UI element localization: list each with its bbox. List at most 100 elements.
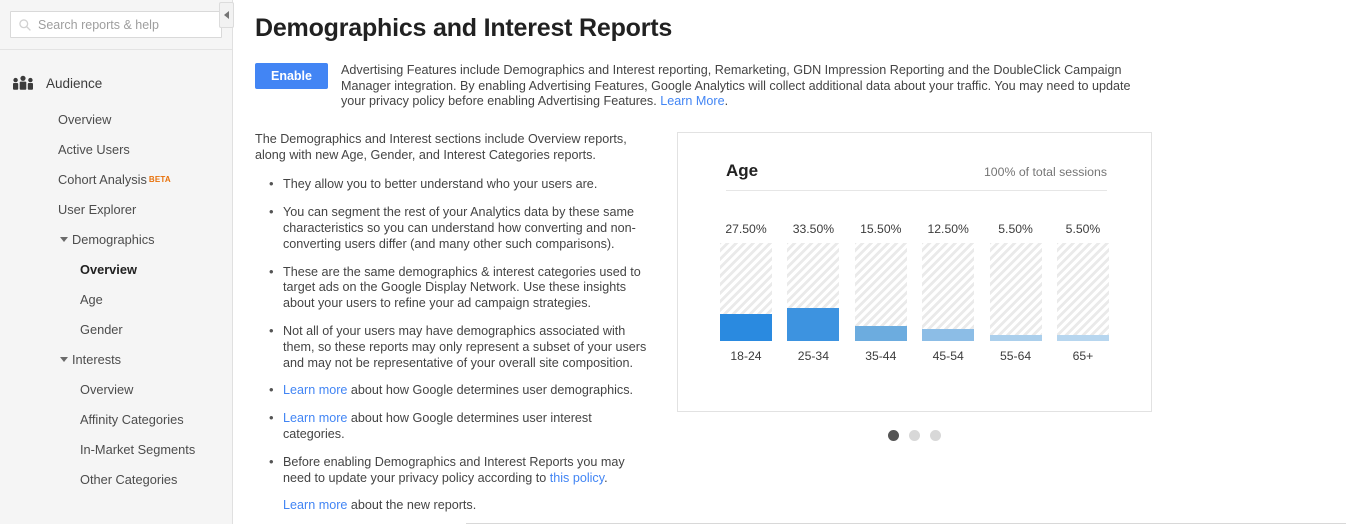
- search-box[interactable]: [10, 11, 222, 38]
- bar-group[interactable]: 5.50% 65+: [1056, 221, 1109, 363]
- sidebar: Audience Overview Active Users Cohort An…: [0, 0, 234, 524]
- sidebar-item-active-users[interactable]: Active Users: [0, 134, 232, 164]
- search-input[interactable]: [38, 17, 214, 32]
- bar-value-label: 15.50%: [860, 221, 902, 236]
- sidebar-item-other-categories[interactable]: Other Categories: [0, 464, 232, 494]
- bar-fill: [1056, 335, 1109, 341]
- beta-badge: BETA: [148, 174, 171, 184]
- bar-category-label: 55-64: [999, 348, 1032, 363]
- bar-group[interactable]: 5.50% 55-64: [989, 221, 1042, 363]
- chart-column: Age 100% of total sessions 27.50% 18-24: [677, 131, 1152, 524]
- sidebar-item-in-market-segments[interactable]: In-Market Segments: [0, 434, 232, 464]
- sidebar-item-affinity-categories[interactable]: Affinity Categories: [0, 404, 232, 434]
- bar-fill: [787, 307, 840, 341]
- banner-tail: .: [724, 94, 729, 109]
- sidebar-group-interests[interactable]: Interests: [0, 344, 232, 374]
- bar-category-label: 25-34: [797, 348, 829, 363]
- list-item: You can segment the rest of your Analyti…: [255, 204, 655, 252]
- bar-category-label: 65+: [1072, 348, 1094, 363]
- pagination-dot-2[interactable]: [909, 429, 920, 441]
- pagination-dot-3[interactable]: [930, 429, 941, 441]
- audience-people-icon: [13, 75, 33, 90]
- bar-group[interactable]: 15.50% 35-44: [854, 221, 907, 363]
- bar-track: [922, 242, 975, 341]
- bar-track: [854, 242, 907, 341]
- bar-value-label: 27.50%: [725, 221, 767, 236]
- sidebar-item-label: In-Market Segments: [80, 441, 196, 457]
- intro-paragraph: The Demographics and Interest sections i…: [255, 131, 627, 162]
- bar-group[interactable]: 27.50% 18-24: [720, 222, 772, 363]
- sidebar-section-audience[interactable]: Audience: [0, 68, 232, 98]
- analytics-app: Audience Overview Active Users Cohort An…: [0, 0, 1346, 524]
- sidebar-item-label: Cohort Analysis: [58, 171, 147, 187]
- content-columns: The Demographics and Interest sections i…: [255, 131, 1346, 524]
- bullet-text: about how Google determines user demogra…: [347, 383, 634, 398]
- learn-more-interests-link[interactable]: Learn more: [283, 411, 347, 425]
- sidebar-nav-list: Overview Active Users Cohort Analysis BET…: [0, 104, 232, 494]
- sidebar-item-label: Interests: [72, 351, 122, 367]
- chart-subtitle: 100% of total sessions: [983, 164, 1107, 179]
- carousel-pagination: [677, 429, 1152, 441]
- bar-track: [989, 242, 1042, 341]
- sidebar-group-demographics[interactable]: Demographics: [0, 224, 232, 254]
- learn-more-new-reports-link[interactable]: Learn more: [283, 498, 347, 512]
- bullet-text: These are the same demographics & intere…: [283, 264, 641, 311]
- bar-category-label: 18-24: [730, 348, 762, 363]
- chevron-down-icon: [60, 356, 68, 362]
- bar-group[interactable]: 12.50% 45-54: [922, 221, 975, 363]
- sidebar-item-interests-overview[interactable]: Overview: [0, 374, 232, 404]
- sidebar-section-label: Audience: [46, 75, 103, 91]
- learn-more-demographics-link[interactable]: Learn more: [283, 383, 347, 397]
- sidebar-item-label: Other Categories: [80, 471, 178, 487]
- sidebar-item-label: Overview: [58, 111, 112, 127]
- pagination-dot-1[interactable]: [888, 429, 899, 441]
- sidebar-divider: [0, 49, 232, 50]
- bullet-text: You can segment the rest of your Analyti…: [283, 205, 636, 251]
- main-content: Demographics and Interest Reports Enable…: [233, 0, 1346, 524]
- bar-category-label: 45-54: [932, 348, 964, 363]
- bar-track: [720, 242, 772, 341]
- bar-fill: [989, 335, 1042, 341]
- feature-bullet-list: They allow you to better understand who …: [255, 176, 655, 514]
- bullet-text: They allow you to better understand who …: [283, 177, 598, 192]
- banner-body: Advertising Features include Demographic…: [341, 63, 1131, 109]
- sidebar-item-label: User Explorer: [58, 201, 137, 217]
- bar-fill: [854, 325, 907, 341]
- sidebar-item-label: Overview: [80, 381, 134, 397]
- sidebar-item-cohort-analysis[interactable]: Cohort Analysis BETA: [0, 164, 232, 194]
- age-bar-chart: 27.50% 18-24 33.50% 25-34 15.50% 35-44 1…: [678, 213, 1151, 363]
- bar-group[interactable]: 33.50% 25-34: [787, 221, 840, 363]
- banner-text: Advertising Features include Demographic…: [341, 63, 1153, 110]
- sidebar-item-demographics-overview[interactable]: Overview: [0, 254, 232, 284]
- list-item: Learn more about how Google determines u…: [255, 382, 655, 399]
- list-item: Before enabling Demographics and Interes…: [255, 454, 655, 487]
- bar-fill: [720, 313, 772, 341]
- list-item: These are the same demographics & intere…: [255, 264, 655, 312]
- chevron-down-icon: [60, 236, 68, 242]
- bar-category-label: 35-44: [865, 348, 897, 363]
- collapse-left-icon: [224, 11, 229, 19]
- list-item: Learn more about the new reports.: [255, 498, 655, 514]
- bar-value-label: 12.50%: [927, 221, 969, 236]
- sidebar-item-demographics-age[interactable]: Age: [0, 284, 232, 314]
- bullet-text: about the new reports.: [347, 498, 477, 513]
- sidebar-item-label: Affinity Categories: [80, 411, 184, 427]
- bar-value-label: 5.50%: [998, 221, 1033, 236]
- bar-value-label: 5.50%: [1065, 221, 1101, 236]
- advertising-features-banner: Enable Advertising Features include Demo…: [255, 63, 1346, 110]
- sidebar-item-overview[interactable]: Overview: [0, 104, 232, 134]
- chart-header: Age 100% of total sessions: [726, 133, 1107, 191]
- sidebar-item-label: Demographics: [72, 231, 155, 247]
- bar-value-label: 33.50%: [792, 221, 835, 236]
- search-container: [0, 0, 232, 38]
- sidebar-item-demographics-gender[interactable]: Gender: [0, 314, 232, 344]
- bullet-text: Not all of your users may have demograph…: [283, 323, 647, 370]
- sidebar-item-user-explorer[interactable]: User Explorer: [0, 194, 232, 224]
- learn-more-link[interactable]: Learn More: [660, 94, 724, 108]
- sidebar-collapse-button[interactable]: [219, 2, 234, 28]
- page-title: Demographics and Interest Reports: [255, 14, 673, 42]
- chart-title: Age: [726, 160, 759, 180]
- search-icon: [19, 18, 31, 31]
- enable-button[interactable]: Enable: [255, 63, 328, 89]
- this-policy-link[interactable]: this policy: [550, 471, 604, 485]
